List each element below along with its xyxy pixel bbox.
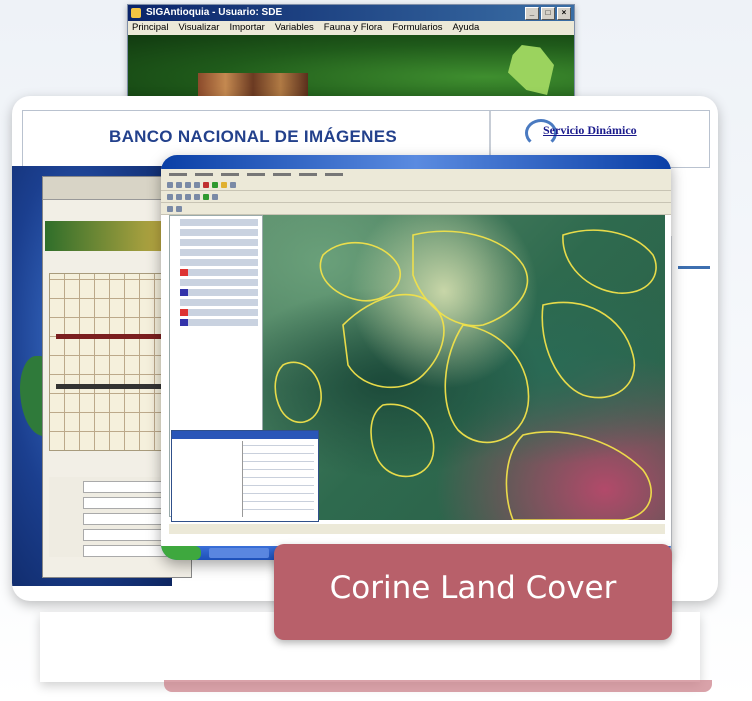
landcover-polygon	[562, 229, 657, 294]
layer-item[interactable]	[180, 219, 258, 226]
layer-item[interactable]	[180, 319, 258, 326]
identify-icon[interactable]	[212, 193, 218, 200]
menu-item[interactable]	[195, 173, 213, 176]
tool-icon[interactable]	[167, 205, 173, 212]
landcover-polygon	[274, 361, 322, 424]
landcover-polygons	[274, 229, 657, 520]
sigantioquia-window: SIGAntioquia - Usuario: SDE _ □ × Princi…	[127, 4, 575, 106]
road-line	[56, 334, 178, 339]
landcover-polygon	[412, 230, 529, 327]
layer-item[interactable]	[180, 299, 258, 306]
menu-item[interactable]	[221, 173, 239, 176]
road-line	[56, 384, 178, 389]
window-title: SIGAntioquia - Usuario: SDE	[146, 7, 283, 18]
taskbar-button[interactable]	[209, 548, 269, 558]
gis-window	[161, 155, 671, 560]
pan-icon[interactable]	[185, 193, 191, 200]
close-icon[interactable]: ×	[557, 7, 571, 20]
new-icon[interactable]	[167, 181, 173, 188]
landcover-polygon	[370, 403, 435, 478]
tool-icon[interactable]	[203, 181, 209, 188]
tool-icon[interactable]	[221, 181, 227, 188]
layer-item[interactable]	[180, 309, 258, 316]
menu-item[interactable]	[247, 173, 265, 176]
print-icon[interactable]	[194, 181, 200, 188]
menu-ayuda[interactable]: Ayuda	[453, 21, 480, 35]
tool-icon[interactable]	[230, 181, 236, 188]
sigantioquia-titlebar[interactable]: SIGAntioquia - Usuario: SDE _ □ ×	[128, 5, 574, 21]
window-controls: _ □ ×	[525, 7, 571, 20]
caption-underbar	[164, 680, 712, 692]
tool-icon[interactable]	[212, 181, 218, 188]
tool-icon[interactable]	[176, 205, 182, 212]
attributes-table	[242, 441, 314, 517]
gis-toolbar-3	[161, 203, 671, 215]
sigantioquia-banner	[128, 35, 574, 105]
maximize-icon[interactable]: □	[541, 7, 555, 20]
layer-item[interactable]	[180, 239, 258, 246]
caption-text: Corine Land Cover	[329, 570, 617, 606]
landcover-polygon	[319, 241, 401, 302]
layer-item[interactable]	[180, 229, 258, 236]
servicio-dinamico-link[interactable]: Servicio Dinámico	[543, 123, 637, 138]
gis-titlebar[interactable]	[161, 155, 671, 169]
menu-importar[interactable]: Importar	[229, 21, 264, 35]
menu-visualizar[interactable]: Visualizar	[178, 21, 219, 35]
caption-box: Corine Land Cover	[274, 544, 672, 640]
zoom-in-icon[interactable]	[167, 193, 173, 200]
open-icon[interactable]	[176, 181, 182, 188]
menu-item[interactable]	[325, 173, 343, 176]
menu-item[interactable]	[299, 173, 317, 176]
panel-bar	[678, 266, 710, 269]
landcover-polygon	[541, 301, 636, 399]
gis-toolbar-2	[161, 191, 671, 203]
tool-icon[interactable]	[203, 193, 209, 200]
layer-item[interactable]	[180, 279, 258, 286]
landcover-polygon	[505, 431, 652, 520]
landcover-polygon	[342, 293, 445, 389]
menu-formularios[interactable]: Formularios	[392, 21, 442, 35]
landcover-polygon	[444, 324, 530, 444]
right-panel	[671, 236, 718, 556]
layer-item[interactable]	[180, 289, 258, 296]
menu-bar: Principal Visualizar Importar Variables …	[128, 21, 574, 35]
menu-principal[interactable]: Principal	[132, 21, 168, 35]
start-button[interactable]	[161, 546, 201, 560]
gis-toolbar-1	[161, 179, 671, 191]
satellite-map[interactable]	[263, 215, 665, 520]
antioquia-map-icon	[508, 45, 554, 95]
save-icon[interactable]	[185, 181, 191, 188]
menu-item[interactable]	[273, 173, 291, 176]
minimize-icon[interactable]: _	[525, 7, 539, 20]
layer-item[interactable]	[180, 249, 258, 256]
layer-item[interactable]	[180, 269, 258, 276]
menu-fauna-flora[interactable]: Fauna y Flora	[324, 21, 383, 35]
zoom-out-icon[interactable]	[176, 193, 182, 200]
gis-menubar	[161, 169, 671, 179]
attributes-dialog	[171, 430, 319, 522]
layer-item[interactable]	[180, 259, 258, 266]
dialog-titlebar[interactable]	[172, 431, 318, 439]
gis-drawing-toolbar	[169, 524, 665, 534]
menu-item[interactable]	[169, 173, 187, 176]
banco-title: BANCO NACIONAL DE IMÁGENES	[109, 127, 398, 146]
menu-variables[interactable]: Variables	[275, 21, 314, 35]
full-extent-icon[interactable]	[194, 193, 200, 200]
app-icon	[131, 8, 141, 18]
